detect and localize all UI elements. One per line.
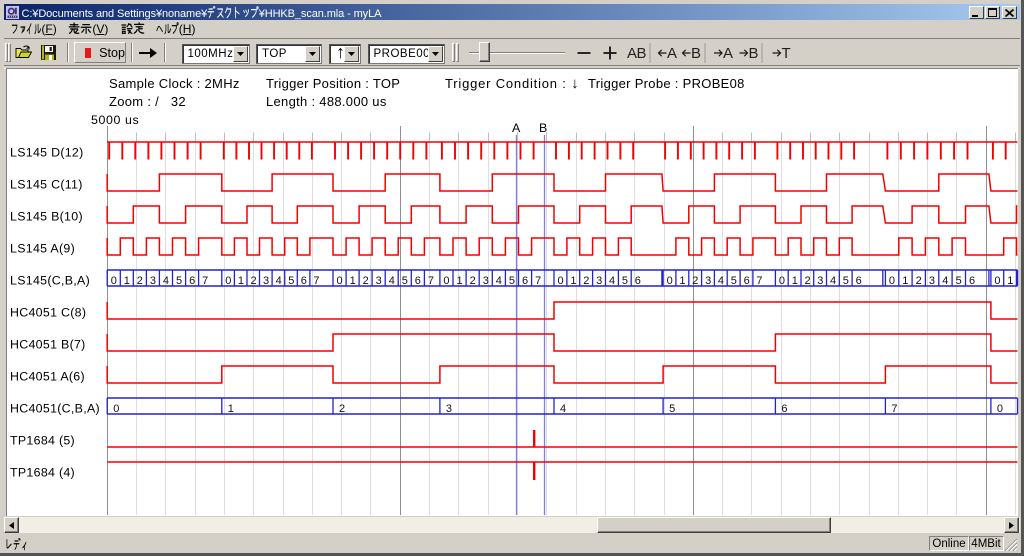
svg-text:4: 4 [830, 275, 836, 287]
svg-text:0: 0 [558, 275, 564, 287]
svg-text:HC4051 A(6): HC4051 A(6) [10, 370, 85, 384]
svg-text:TP1684 (5): TP1684 (5) [10, 434, 75, 448]
svg-text:LS145 B(10): LS145 B(10) [10, 210, 83, 224]
svg-text:AB: AB [627, 45, 647, 62]
svg-text:2: 2 [916, 275, 922, 287]
svg-text:7: 7 [428, 275, 434, 287]
svg-text:5000 us: 5000 us [91, 113, 139, 127]
svg-text:3: 3 [817, 275, 823, 287]
svg-text:0: 0 [113, 403, 119, 415]
svg-text:5: 5 [509, 275, 515, 287]
svg-text:LS145 A(9): LS145 A(9) [10, 242, 75, 256]
svg-text:1: 1 [350, 275, 356, 287]
svg-text:5: 5 [176, 275, 182, 287]
svg-text:1: 1 [902, 275, 908, 287]
svg-text:5: 5 [669, 403, 675, 415]
svg-text:Trigger Position : TOP: Trigger Position : TOP [266, 76, 400, 91]
svg-text:6: 6 [635, 275, 641, 287]
svg-text:Trigger Condition : ↓: Trigger Condition : ↓ [445, 75, 579, 92]
svg-text:2: 2 [363, 275, 369, 287]
svg-text:5: 5 [402, 275, 408, 287]
svg-text:A: A [723, 45, 733, 62]
svg-text:6: 6 [301, 275, 307, 287]
svg-text:TP1684 (4): TP1684 (4) [10, 466, 75, 480]
svg-text:Trigger Probe : PROBE08: Trigger Probe : PROBE08 [588, 76, 745, 91]
svg-text:6: 6 [969, 275, 975, 287]
svg-text:1: 1 [570, 275, 576, 287]
svg-text:5: 5 [956, 275, 962, 287]
svg-text:5: 5 [622, 275, 628, 287]
svg-text:3: 3 [263, 275, 269, 287]
svg-text:Zoom : / 32: Zoom : / 32 [109, 94, 186, 109]
svg-text:1: 1 [679, 275, 685, 287]
svg-text:2: 2 [805, 275, 811, 287]
svg-text:3: 3 [596, 275, 602, 287]
svg-text:3: 3 [705, 275, 711, 287]
svg-text:4: 4 [389, 275, 395, 287]
svg-text:6: 6 [415, 275, 421, 287]
svg-text:Length : 488.000 us: Length : 488.000 us [266, 94, 387, 109]
svg-text:4: 4 [560, 403, 566, 415]
svg-text:0: 0 [994, 275, 1000, 287]
svg-text:6: 6 [856, 275, 862, 287]
svg-text:3: 3 [446, 403, 452, 415]
svg-text:7: 7 [535, 275, 541, 287]
svg-text:0: 0 [779, 275, 785, 287]
svg-text:7: 7 [313, 275, 319, 287]
svg-text:3: 3 [929, 275, 935, 287]
svg-text:3: 3 [483, 275, 489, 287]
svg-text:1: 1 [124, 275, 130, 287]
svg-text:4: 4 [276, 275, 282, 287]
svg-text:HC4051 C(8): HC4051 C(8) [10, 306, 86, 320]
svg-text:LS145 C(11): LS145 C(11) [10, 178, 83, 192]
svg-text:0: 0 [225, 275, 231, 287]
svg-text:B: B [749, 45, 759, 62]
svg-text:B: B [539, 121, 548, 135]
svg-text:7: 7 [756, 275, 762, 287]
svg-text:1: 1 [228, 403, 234, 415]
svg-text:1: 1 [238, 275, 244, 287]
svg-text:0: 0 [443, 275, 449, 287]
svg-text:7: 7 [891, 403, 897, 415]
svg-text:2: 2 [692, 275, 698, 287]
svg-text:4: 4 [609, 275, 615, 287]
svg-text:1: 1 [792, 275, 798, 287]
svg-text:4: 4 [942, 275, 948, 287]
svg-text:2: 2 [470, 275, 476, 287]
svg-text:6: 6 [781, 403, 787, 415]
svg-text:LS145(C,B,A): LS145(C,B,A) [10, 274, 90, 288]
svg-text:0: 0 [111, 275, 117, 287]
svg-text:6: 6 [189, 275, 195, 287]
svg-text:2: 2 [251, 275, 257, 287]
svg-text:2: 2 [339, 403, 345, 415]
svg-text:LS145 D(12): LS145 D(12) [10, 146, 84, 160]
svg-text:B: B [691, 45, 701, 62]
svg-text:5: 5 [731, 275, 737, 287]
svg-text:3: 3 [376, 275, 382, 287]
svg-text:A: A [667, 45, 677, 62]
svg-text:7: 7 [202, 275, 208, 287]
svg-text:6: 6 [522, 275, 528, 287]
svg-text:HC4051(C,B,A): HC4051(C,B,A) [10, 402, 100, 416]
svg-text:0: 0 [889, 275, 895, 287]
svg-text:4: 4 [163, 275, 169, 287]
svg-text:0: 0 [997, 403, 1003, 415]
svg-text:Sample Clock : 2MHz: Sample Clock : 2MHz [109, 76, 240, 91]
svg-text:T: T [782, 45, 791, 62]
svg-text:0: 0 [667, 275, 673, 287]
svg-text:A: A [512, 121, 521, 135]
svg-text:2: 2 [137, 275, 143, 287]
svg-text:2: 2 [583, 275, 589, 287]
svg-text:5: 5 [288, 275, 294, 287]
svg-text:0: 0 [337, 275, 343, 287]
svg-text:1: 1 [1007, 275, 1013, 287]
svg-text:1: 1 [457, 275, 463, 287]
svg-text:4: 4 [496, 275, 502, 287]
svg-text:4: 4 [718, 275, 724, 287]
svg-text:6: 6 [744, 275, 750, 287]
svg-text:5: 5 [843, 275, 849, 287]
svg-text:HC4051 B(7): HC4051 B(7) [10, 338, 86, 352]
svg-text:3: 3 [150, 275, 156, 287]
